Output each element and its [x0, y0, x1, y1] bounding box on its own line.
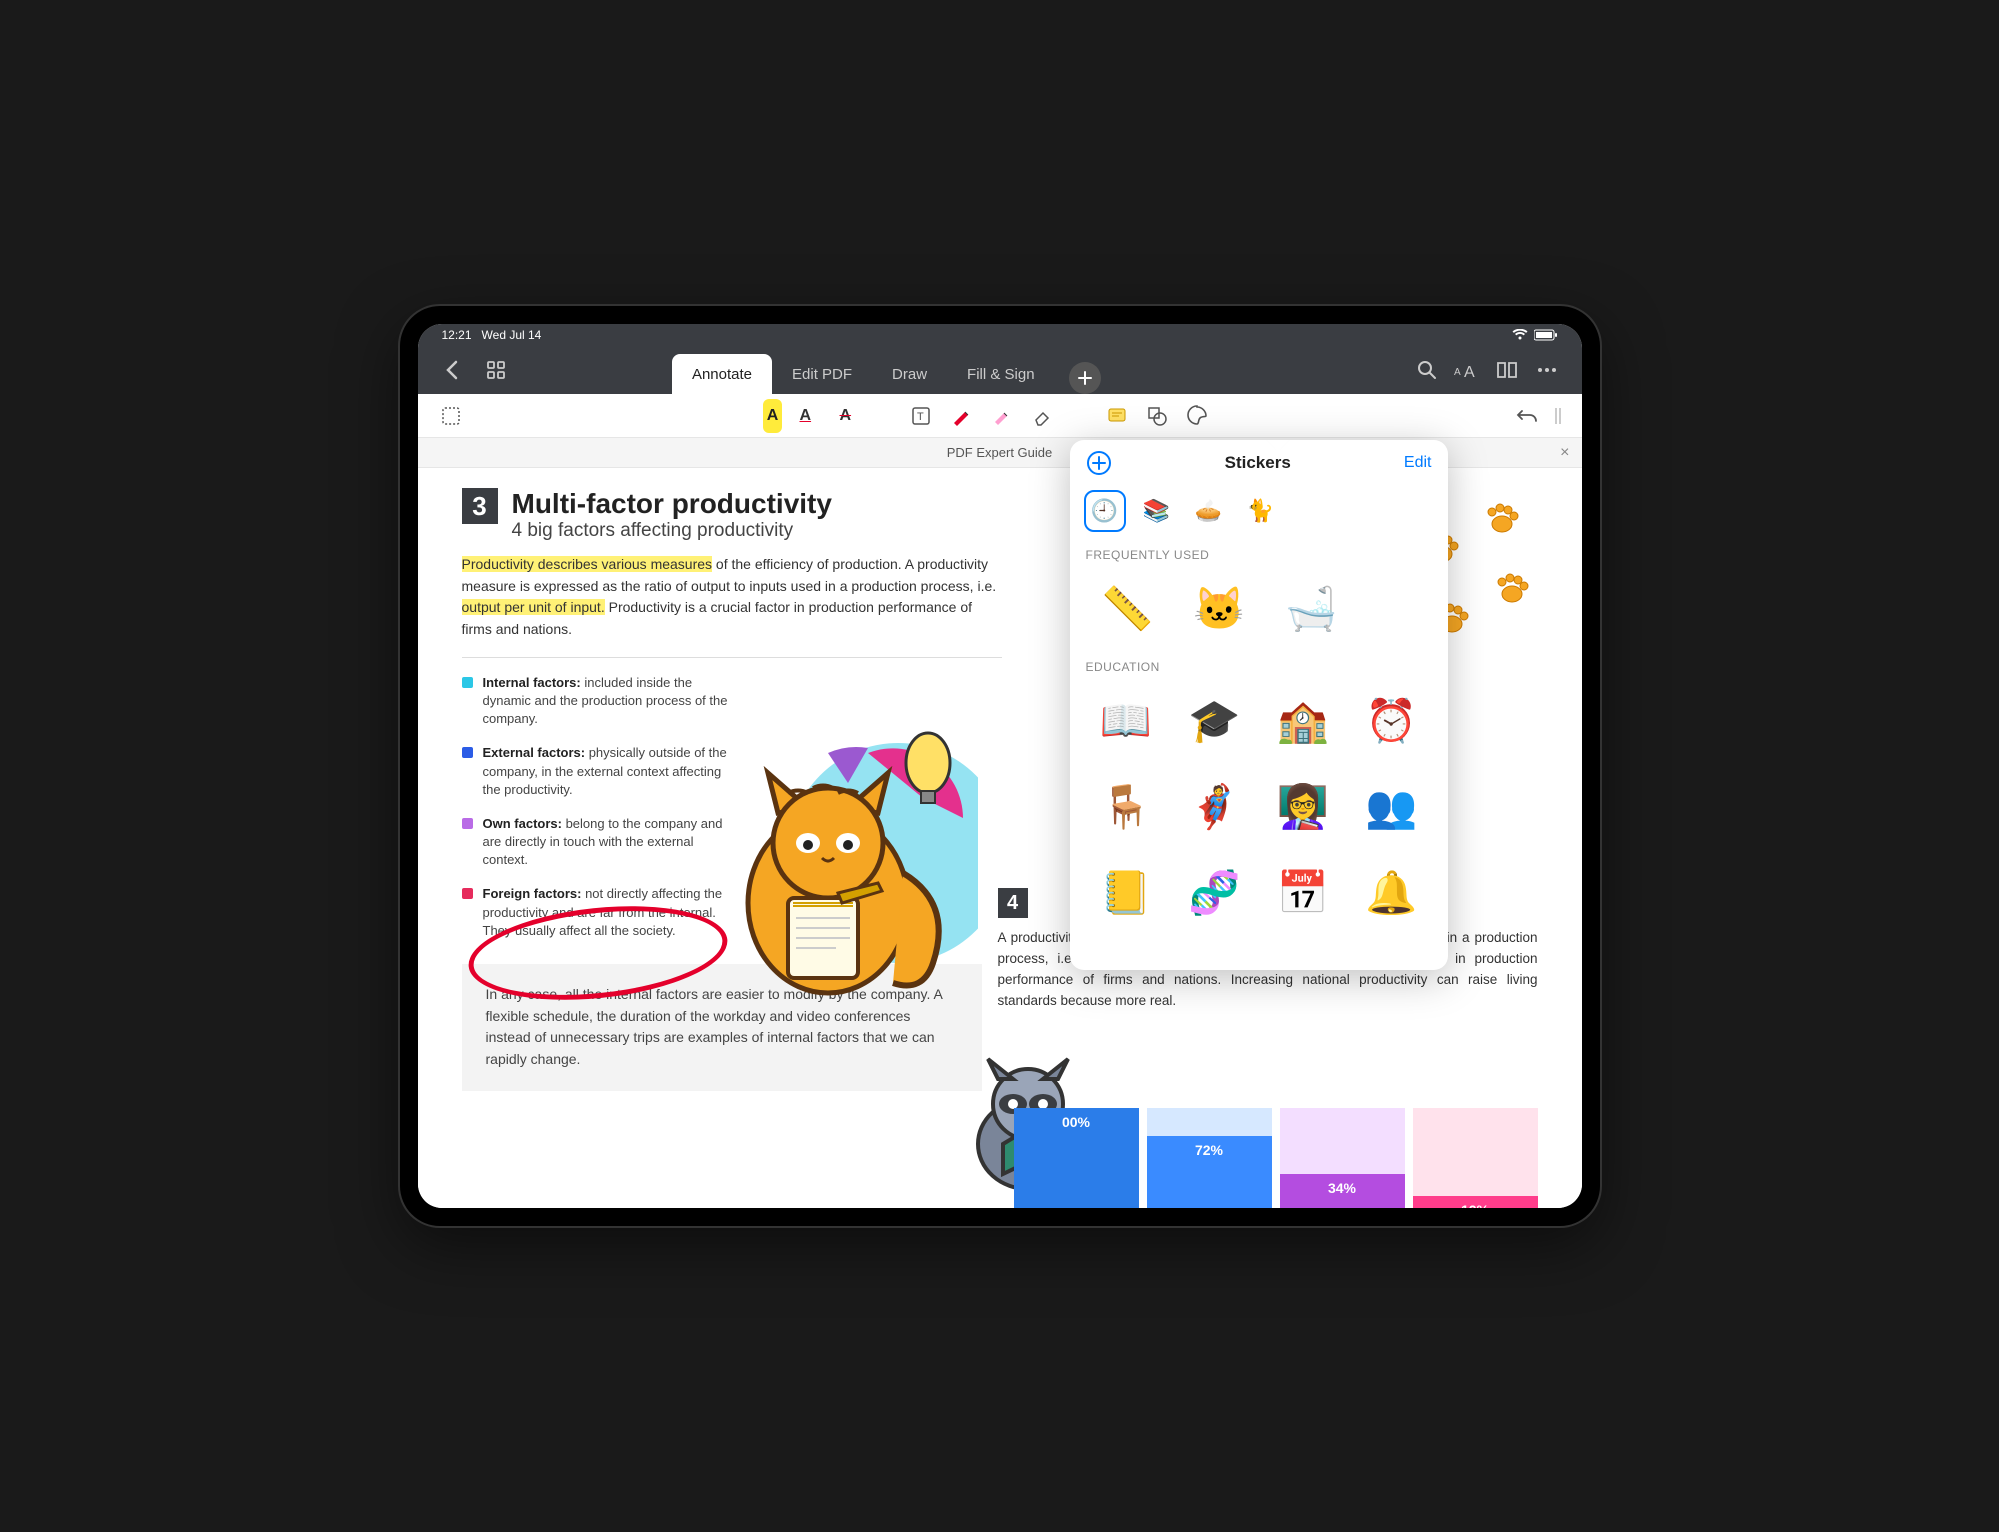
factor-item: External factors: physically outside of …	[462, 744, 742, 799]
popover-title: Stickers	[1225, 453, 1291, 473]
sticker-graduate[interactable]: 🎓	[1174, 682, 1255, 760]
top-toolbar: Annotate Edit PDF Draw Fill & Sign AA	[418, 346, 1582, 394]
text-tool[interactable]: T	[904, 399, 938, 433]
bar-slot: 72%	[1147, 1108, 1272, 1208]
bar-fill: 12%	[1413, 1196, 1538, 1208]
add-sticker-pack-button[interactable]	[1086, 450, 1112, 476]
cat-writing-sticker[interactable]	[718, 723, 978, 1003]
section-subtitle: 4 big factors affecting productivity	[512, 520, 832, 542]
svg-text:A: A	[1464, 364, 1475, 379]
education-label: EDUCATION	[1070, 654, 1448, 676]
battery-icon	[1534, 329, 1558, 341]
strikethrough-tool[interactable]: A	[828, 399, 862, 433]
sticker-category-cat[interactable]: 🐈	[1240, 490, 1282, 532]
bar-fill: 72%	[1147, 1136, 1272, 1208]
mode-tabs: Annotate Edit PDF Draw Fill & Sign	[672, 346, 1101, 394]
bullet-icon	[462, 677, 473, 688]
bullet-icon	[462, 747, 473, 758]
factor-item: Foreign factors: not directly affecting …	[462, 885, 742, 940]
factor-item: Own factors: belong to the company and a…	[462, 815, 742, 870]
back-button[interactable]	[434, 352, 470, 388]
bar-fill: 34%	[1280, 1174, 1405, 1208]
sticker-ruler[interactable]: 📏	[1086, 570, 1170, 648]
factor-item: Internal factors: included inside the dy…	[462, 674, 742, 729]
sticker-desk[interactable]: 🪑	[1086, 768, 1167, 846]
search-button[interactable]	[1409, 352, 1445, 388]
bullet-icon	[462, 818, 473, 829]
frequently-used-grid: 📏🐱🛁	[1070, 564, 1448, 654]
note-tool[interactable]	[1100, 399, 1134, 433]
status-bar: 12:21 Wed Jul 14	[418, 324, 1582, 346]
tab-draw[interactable]: Draw	[872, 354, 947, 394]
eraser-tool[interactable]	[1024, 399, 1058, 433]
tab-fill-sign[interactable]: Fill & Sign	[947, 354, 1055, 394]
paw-print-sticker[interactable]	[1492, 568, 1532, 608]
bullet-icon	[462, 888, 473, 899]
add-tab-button[interactable]	[1069, 362, 1101, 394]
select-tool[interactable]	[434, 399, 468, 433]
bar-fill: 00%	[1014, 1108, 1139, 1208]
sticker-school[interactable]: 🏫	[1263, 682, 1344, 760]
marker-tool[interactable]	[984, 399, 1018, 433]
divider	[462, 657, 1002, 658]
section-4-number: 4	[998, 888, 1028, 918]
highlight-tool[interactable]: A	[763, 399, 783, 433]
stickers-tool[interactable]	[1180, 399, 1214, 433]
underline-tool[interactable]: A	[788, 399, 822, 433]
ipad-frame: 12:21 Wed Jul 14 Annotate Edi	[400, 306, 1600, 1226]
paw-print-sticker[interactable]	[1482, 498, 1522, 538]
close-document-button[interactable]: ×	[1560, 444, 1569, 462]
sticker-category-recent[interactable]: 🕘	[1084, 490, 1126, 532]
status-time: 12:21	[442, 328, 472, 342]
tab-annotate[interactable]: Annotate	[672, 354, 772, 394]
pen-tool[interactable]	[944, 399, 978, 433]
screen: 12:21 Wed Jul 14 Annotate Edi	[418, 324, 1582, 1208]
sticker-notebook[interactable]: 📒	[1086, 854, 1167, 932]
bar-chart: 00%72%34% 12%	[1014, 1108, 1538, 1208]
edit-stickers-button[interactable]: Edit	[1404, 454, 1432, 472]
thumbnails-button[interactable]	[478, 352, 514, 388]
toolbar-handle[interactable]	[1550, 399, 1566, 433]
sticker-dna[interactable]: 🧬	[1174, 854, 1255, 932]
sticker-category-pie[interactable]: 🥧	[1188, 490, 1230, 532]
sticker-cat-bath[interactable]: 🛁	[1270, 570, 1354, 648]
factor-list: Internal factors: included inside the dy…	[462, 674, 742, 940]
sticker-calendar-1[interactable]: 📅	[1263, 854, 1344, 932]
sticker-category-books[interactable]: 📚	[1136, 490, 1178, 532]
bar-slot: 00%	[1014, 1108, 1139, 1208]
sticker-friends[interactable]: 👥	[1351, 768, 1432, 846]
sticker-clock-7[interactable]: ⏰	[1351, 682, 1432, 760]
bar-slot: 12%	[1413, 1108, 1538, 1208]
intro-paragraph: Productivity describes various measures …	[462, 554, 1002, 641]
more-button[interactable]	[1529, 352, 1565, 388]
section-title: Multi-factor productivity	[512, 488, 832, 520]
svg-text:A: A	[1454, 367, 1461, 378]
tab-edit-pdf[interactable]: Edit PDF	[772, 354, 872, 394]
bar-slot: 34%	[1280, 1108, 1405, 1208]
document-title: PDF Expert Guide	[947, 445, 1053, 460]
frequently-used-label: FREQUENTLY USED	[1070, 542, 1448, 564]
sticker-category-strip: 🕘📚🥧🐈	[1070, 486, 1448, 542]
sticker-teacher[interactable]: 👩‍🏫	[1263, 768, 1344, 846]
sticker-superhero[interactable]: 🦸	[1174, 768, 1255, 846]
education-grid: 📖🎓🏫⏰ 🪑🦸👩‍🏫👥 📒🧬📅🔔	[1070, 676, 1448, 938]
annotation-toolbar: A A A T	[418, 394, 1582, 438]
svg-text:T: T	[917, 411, 924, 423]
status-date: Wed Jul 14	[482, 328, 542, 342]
sticker-cat-lollipop[interactable]: 🐱	[1178, 570, 1262, 648]
section-number: 3	[462, 488, 498, 524]
wifi-icon	[1512, 329, 1528, 341]
text-size-button[interactable]: AA	[1449, 352, 1485, 388]
highlight-span: Productivity describes various measures	[462, 556, 713, 572]
highlight-span: output per unit of input.	[462, 599, 605, 615]
shapes-tool[interactable]	[1140, 399, 1174, 433]
sticker-open-book[interactable]: 📖	[1086, 682, 1167, 760]
sticker-bell[interactable]: 🔔	[1351, 854, 1432, 932]
reader-button[interactable]	[1489, 352, 1525, 388]
undo-button[interactable]	[1510, 399, 1544, 433]
stickers-popover: Stickers Edit 🕘📚🥧🐈 FREQUENTLY USED 📏🐱🛁 E…	[1070, 440, 1448, 970]
